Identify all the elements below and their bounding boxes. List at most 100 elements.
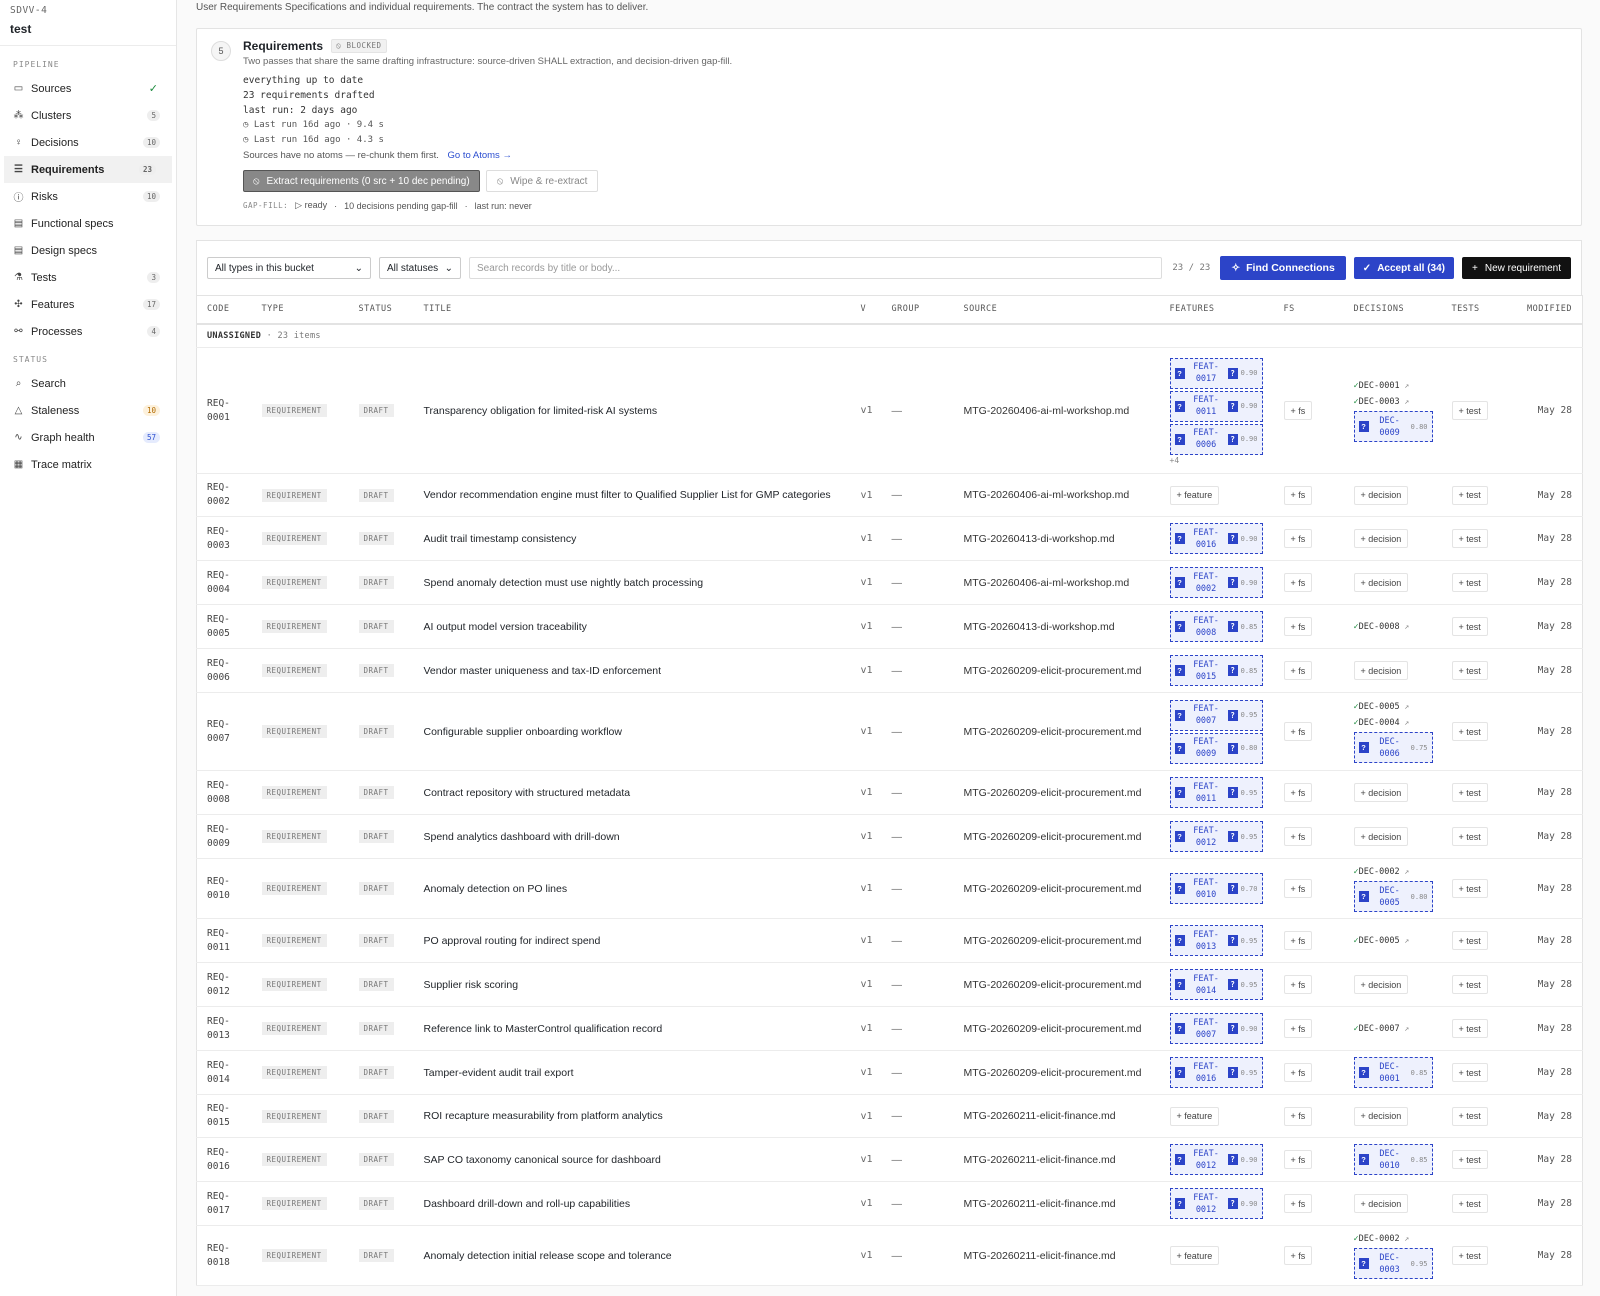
feature-chip[interactable]: ? FEAT- 0016? 0.90 xyxy=(1169,523,1263,554)
table-row[interactable]: REQ- 0018 REQUIREMENT DRAFT Anomaly detectio… xyxy=(196,1225,1583,1286)
add-fs-button[interactable]: + fs xyxy=(1283,879,1313,898)
feature-chip[interactable]: ? FEAT- 0007? 0.95 xyxy=(1169,699,1263,731)
add-fs-button[interactable]: + fs xyxy=(1283,1019,1313,1038)
add-decision-button[interactable]: + decision xyxy=(1353,783,1409,802)
type-filter-select[interactable]: All types in this bucket ⌄ xyxy=(207,257,371,279)
requirement-code[interactable]: REQ- 0014 xyxy=(196,1050,252,1095)
add-decision-button[interactable]: + decision xyxy=(1353,975,1409,994)
add-test-button[interactable]: + test xyxy=(1451,827,1488,846)
add-fs-button[interactable]: + fs xyxy=(1283,1063,1313,1082)
requirement-title[interactable]: Vendor master uniqueness and tax-ID enfo… xyxy=(413,648,851,693)
source-file[interactable]: MTG-20260413-di-workshop.md xyxy=(953,516,1160,561)
source-file[interactable]: MTG-20260209-elicit-procurement.md xyxy=(953,858,1160,919)
find-connections-button[interactable]: ✧ Find Connections xyxy=(1220,256,1346,280)
decision-chip[interactable]: ? DEC- 0003 0.95 xyxy=(1353,1248,1433,1279)
add-test-button[interactable]: + test xyxy=(1451,485,1488,505)
sidebar-item-graph-health[interactable]: ∿ Graph health 57 xyxy=(0,424,176,451)
table-row[interactable]: REQ- 0005 REQUIREMENT DRAFT AI output model … xyxy=(196,604,1583,649)
add-decision-button[interactable]: + decision xyxy=(1353,1106,1409,1126)
table-row[interactable]: REQ- 0002 REQUIREMENT DRAFT Vendor recommend… xyxy=(196,473,1583,517)
column-header-decisions[interactable]: DECISIONS xyxy=(1343,295,1442,325)
sidebar-item-staleness[interactable]: △ Staleness 10 xyxy=(0,397,176,424)
source-file[interactable]: MTG-20260211-elicit-finance.md xyxy=(953,1094,1160,1138)
table-row[interactable]: REQ- 0006 REQUIREMENT DRAFT Vendor master un… xyxy=(196,648,1583,693)
feature-chip[interactable]: ? FEAT- 0012? 0.90 xyxy=(1169,1188,1263,1219)
table-row[interactable]: REQ- 0004 REQUIREMENT DRAFT Spend anomaly de… xyxy=(196,560,1583,605)
add-test-button[interactable]: + test xyxy=(1451,722,1488,741)
add-feature-button[interactable]: + feature xyxy=(1169,1106,1220,1126)
add-fs-button[interactable]: + fs xyxy=(1283,529,1313,548)
feature-chip[interactable]: ? FEAT- 0010? 0.70 xyxy=(1169,873,1263,904)
sidebar-item-features[interactable]: ✣ Features 17 xyxy=(0,291,176,318)
sidebar-item-search[interactable]: ⌕ Search xyxy=(0,370,176,397)
column-header-modified[interactable]: MODIFIED xyxy=(1510,295,1583,325)
extract-requirements-button[interactable]: ⦸ Extract requirements (0 src + 10 dec pe… xyxy=(243,170,480,192)
decision-link[interactable]: ✓DEC-0002 ↗ xyxy=(1354,864,1432,880)
sidebar-item-decisions[interactable]: ♀ Decisions 10 xyxy=(0,129,176,156)
table-row[interactable]: REQ- 0017 REQUIREMENT DRAFT Dashboard drill-… xyxy=(196,1181,1583,1226)
project-header[interactable]: SDVV-4 test xyxy=(0,0,176,46)
add-test-button[interactable]: + test xyxy=(1451,529,1488,548)
source-file[interactable]: MTG-20260406-ai-ml-workshop.md xyxy=(953,560,1160,605)
group-header-row[interactable]: UNASSIGNED · 23 items xyxy=(196,323,1583,348)
requirement-code[interactable]: REQ- 0008 xyxy=(196,770,252,815)
requirement-title[interactable]: Spend analytics dashboard with drill-dow… xyxy=(413,814,851,859)
add-test-button[interactable]: + test xyxy=(1451,879,1488,898)
add-fs-button[interactable]: + fs xyxy=(1283,975,1313,994)
decision-link[interactable]: ✓DEC-0004 ↗ xyxy=(1354,715,1432,731)
add-decision-button[interactable]: + decision xyxy=(1353,1194,1409,1213)
source-file[interactable]: MTG-20260209-elicit-procurement.md xyxy=(953,648,1160,693)
add-fs-button[interactable]: + fs xyxy=(1283,1194,1313,1213)
requirement-code[interactable]: REQ- 0002 xyxy=(196,473,252,517)
source-file[interactable]: MTG-20260413-di-workshop.md xyxy=(953,604,1160,649)
feature-chip[interactable]: ? FEAT- 0016? 0.95 xyxy=(1169,1057,1263,1088)
column-header-group[interactable]: GROUP xyxy=(881,295,954,325)
decision-chip[interactable]: ? DEC- 0006 0.75 xyxy=(1353,732,1433,763)
add-test-button[interactable]: + test xyxy=(1451,975,1488,994)
add-test-button[interactable]: + test xyxy=(1451,1063,1488,1082)
table-row[interactable]: REQ- 0009 REQUIREMENT DRAFT Spend analytics … xyxy=(196,814,1583,859)
add-test-button[interactable]: + test xyxy=(1451,1194,1488,1213)
sidebar-item-risks[interactable]: ⓘ Risks 10 xyxy=(0,183,176,210)
source-file[interactable]: MTG-20260211-elicit-finance.md xyxy=(953,1137,1160,1182)
table-row[interactable]: REQ- 0015 REQUIREMENT DRAFT ROI recapture me… xyxy=(196,1094,1583,1138)
requirement-code[interactable]: REQ- 0015 xyxy=(196,1094,252,1138)
feature-chip[interactable]: ? FEAT- 0012? 0.90 xyxy=(1169,1144,1263,1175)
decision-link[interactable]: ✓DEC-0005 ↗ xyxy=(1354,933,1432,949)
add-decision-button[interactable]: + decision xyxy=(1353,827,1409,846)
requirement-code[interactable]: REQ- 0017 xyxy=(196,1181,252,1226)
requirement-title[interactable]: Spend anomaly detection must use nightly… xyxy=(413,560,851,605)
column-header-tests[interactable]: TESTS xyxy=(1441,295,1511,325)
decision-link[interactable]: ✓DEC-0007 ↗ xyxy=(1354,1021,1432,1037)
add-fs-button[interactable]: + fs xyxy=(1283,573,1313,592)
decision-chip[interactable]: ? DEC- 0001 0.85 xyxy=(1353,1057,1433,1088)
add-fs-button[interactable]: + fs xyxy=(1283,783,1313,802)
column-header-features[interactable]: FEATURES xyxy=(1159,295,1274,325)
requirement-code[interactable]: REQ- 0001 xyxy=(196,347,252,474)
sidebar-item-requirements[interactable]: ☰ Requirements 23 xyxy=(4,156,172,183)
source-file[interactable]: MTG-20260209-elicit-procurement.md xyxy=(953,1050,1160,1095)
sidebar-item-tests[interactable]: ⚗ Tests 3 xyxy=(0,264,176,291)
requirement-code[interactable]: REQ- 0013 xyxy=(196,1006,252,1051)
source-file[interactable]: MTG-20260209-elicit-procurement.md xyxy=(953,1006,1160,1051)
add-fs-button[interactable]: + fs xyxy=(1283,1106,1313,1126)
sidebar-item-functional-specs[interactable]: ▤ Functional specs xyxy=(0,210,176,237)
requirement-title[interactable]: Vendor recommendation engine must filter… xyxy=(413,473,851,517)
decision-link[interactable]: ✓DEC-0001 ↗ xyxy=(1354,378,1432,394)
sidebar-item-trace-matrix[interactable]: ▦ Trace matrix xyxy=(0,451,176,478)
sidebar-item-clusters[interactable]: ⁂ Clusters 5 xyxy=(0,102,176,129)
requirement-code[interactable]: REQ- 0018 xyxy=(196,1225,252,1286)
add-fs-button[interactable]: + fs xyxy=(1283,661,1313,680)
requirement-code[interactable]: REQ- 0004 xyxy=(196,560,252,605)
requirement-title[interactable]: Anomaly detection initial release scope … xyxy=(413,1225,851,1286)
source-file[interactable]: MTG-20260211-elicit-finance.md xyxy=(953,1225,1160,1286)
column-header-fs[interactable]: FS xyxy=(1273,295,1344,325)
add-feature-button[interactable]: + feature xyxy=(1169,485,1220,505)
requirement-title[interactable]: SAP CO taxonomy canonical source for das… xyxy=(413,1137,851,1182)
go-to-atoms-link[interactable]: Go to Atoms → xyxy=(448,150,512,161)
add-test-button[interactable]: + test xyxy=(1451,783,1488,802)
search-input[interactable]: Search records by title or body... xyxy=(469,257,1163,279)
column-header-v[interactable]: V xyxy=(850,295,882,325)
accept-all-button[interactable]: ✓ Accept all (34) xyxy=(1353,257,1454,279)
table-row[interactable]: REQ- 0012 REQUIREMENT DRAFT Supplier risk sc… xyxy=(196,962,1583,1007)
